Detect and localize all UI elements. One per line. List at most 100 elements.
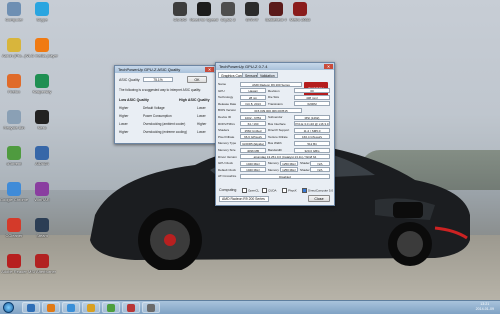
gpuz-field-label: GPU [218, 88, 225, 93]
app-icon [7, 74, 21, 88]
checkbox-icon[interactable] [302, 188, 307, 193]
desktop-icon-label: Nero [37, 125, 47, 130]
taskbar-app-button[interactable] [62, 302, 80, 313]
asic-title-bar[interactable]: TechPowerUp GPU-Z ASIC Quality ✕ [115, 66, 215, 73]
gpuz-field-value: 320.0 GB/s [294, 147, 330, 153]
computing-option-label: PhysX [288, 188, 297, 193]
asic-row-left: Higher [119, 130, 129, 134]
desktop-icon[interactable]: MSI Afterburner [22, 254, 62, 274]
app-icon [7, 218, 21, 232]
asic-row-right: Lower [197, 130, 206, 134]
gpu-select[interactable]: AMD Radeon R9 200 Series [219, 196, 269, 202]
gpuz-field-label: DirectX Support [268, 128, 290, 133]
desktop-icon-label: MSI Afterburner [27, 269, 56, 274]
asic-close-icon[interactable]: ✕ [205, 67, 214, 72]
clock[interactable]: 13:21 2014-01-09 [476, 302, 494, 312]
gpuz-close-button[interactable]: Close [308, 195, 330, 202]
app-icon [7, 254, 21, 268]
taskbar-app-button[interactable] [122, 302, 140, 313]
taskbar-app-button[interactable] [142, 302, 160, 313]
asic-quality-window[interactable]: TechPowerUp GPU-Z ASIC Quality ✕ ASIC Qua… [114, 65, 216, 144]
gpuz-field-value: MSI (1462) [294, 114, 330, 120]
gpuz-field-value: GDDR5 (Elpida) [240, 140, 266, 146]
gpuz-field-value: Disabled [240, 173, 330, 179]
gpuz-field-label: Technology [218, 95, 234, 100]
gpuz-field-label: Bus Interface [268, 121, 286, 126]
gpuz-field-label: GPU Clock [218, 161, 233, 166]
gpuz-title: TechPowerUp GPU-Z 0.7.4 [219, 64, 268, 69]
taskbar-app-icon [67, 304, 75, 312]
app-icon [7, 38, 21, 52]
gpuz-field-value: N/A [310, 160, 330, 166]
gpuz-field-label: Bus Width [268, 141, 282, 146]
asic-row-left: Lower [119, 122, 128, 126]
taskbar-app-icon [107, 304, 115, 312]
taskbar-app-button[interactable] [22, 302, 40, 313]
app-icon [7, 146, 21, 160]
desktop-icon[interactable]: AIDA64 [22, 146, 62, 166]
desktop-icon[interactable]: VLC media player [22, 38, 62, 58]
gpuz-field-value: 4096 MB [240, 147, 266, 153]
gpuz-window[interactable]: TechPowerUp GPU-Z 0.7.4 ✕ Graphics Card S… [215, 62, 335, 206]
gpuz-field-value: 166.4 GTexel/s [294, 134, 330, 140]
asic-row-mid: Overclocking (extreme cooling) [143, 130, 187, 134]
desktop-icon[interactable]: Kaspersky [22, 74, 62, 94]
taskbar-app-button[interactable] [42, 302, 60, 313]
gpuz-close-icon[interactable]: ✕ [324, 64, 333, 69]
gpuz-field-value: 438 mm² [294, 94, 330, 100]
gpuz-field-label: Name [218, 82, 227, 86]
desktop-icon[interactable]: Steam [22, 218, 62, 238]
gpuz-field-value: 6200M [294, 101, 330, 107]
gpuz-field-label: Release Date [218, 101, 237, 106]
desktop-icon[interactable]: Skype [22, 2, 62, 22]
gpuz-field-label: Die Size [268, 95, 280, 100]
gpuz-field-label: Default Clock [218, 167, 236, 172]
gpuz-field-label: Texture Fillrate [268, 134, 288, 139]
gpuz-field-value: 015.039.000.006.003515 [240, 107, 302, 113]
computing-option[interactable]: CUDA [262, 188, 277, 193]
desktop-icon-label: Steam [36, 233, 48, 238]
app-icon [35, 254, 49, 268]
checkbox-icon[interactable] [282, 188, 287, 193]
desktop-icon-label: WinRAR [34, 197, 50, 202]
computing-option[interactable]: OpenCL [242, 188, 259, 193]
taskbar-app-button[interactable] [82, 302, 100, 313]
computing-option-label: OpenCL [248, 188, 260, 193]
gpuz-field-label: Subvendor [268, 115, 283, 119]
app-icon [35, 2, 49, 16]
checkbox-icon[interactable] [242, 188, 247, 193]
tab-validation[interactable]: Validation [257, 72, 278, 78]
desktop-icon[interactable]: WinRAR [22, 182, 62, 202]
asic-high-label: High ASIC Quality [179, 98, 210, 102]
asic-ok-button[interactable]: OK [187, 76, 207, 83]
start-button[interactable] [3, 302, 14, 313]
taskbar-app-button[interactable] [102, 302, 120, 313]
gpuz-field-value: atiumdag 13.251.0.0 (Catalyst 13.11) / W… [240, 154, 330, 160]
asic-row-mid: Power Consumption [143, 114, 172, 118]
gpuz-field-label: BIOS Version [218, 108, 237, 113]
gpuz-title-bar[interactable]: TechPowerUp GPU-Z 0.7.4 ✕ [216, 63, 334, 70]
checkbox-icon[interactable] [262, 188, 267, 193]
gpuz-field-value: 1250 MHz [280, 160, 298, 166]
desktop-icon-label: Metro 2033 [289, 17, 311, 22]
app-icon [35, 74, 49, 88]
computing-option[interactable]: DirectCompute 5.0 [302, 188, 333, 193]
gpuz-field-value: 00 [294, 88, 330, 94]
gpuz-field-label: ROPs/TMUs [218, 121, 235, 126]
asic-row-left: Higher [119, 114, 129, 118]
gpuz-field-label: Memory Type [218, 141, 237, 146]
clock-date: 2014-01-09 [475, 307, 494, 311]
gpuz-field-value: 28 nm [240, 94, 266, 100]
desktop-icon[interactable]: Nero [22, 110, 62, 130]
app-icon [35, 38, 49, 52]
gpuz-field-label: Memory Size [218, 148, 236, 152]
computing-option[interactable]: PhysX [282, 188, 297, 193]
asic-field-label: ASIC Quality [119, 78, 140, 82]
desktop-icon-label: Kaspersky [32, 89, 52, 94]
asic-quality-value: 75.1% [143, 77, 173, 82]
taskbar-app-icon [147, 304, 155, 312]
gpuz-field-label: Device ID [218, 115, 232, 119]
desktop-icon[interactable]: Metro 2033 [280, 2, 320, 22]
asic-note: The following is a suggested way to inte… [119, 88, 202, 92]
gpuz-field-value: Oct 8, 2013 [240, 101, 266, 107]
